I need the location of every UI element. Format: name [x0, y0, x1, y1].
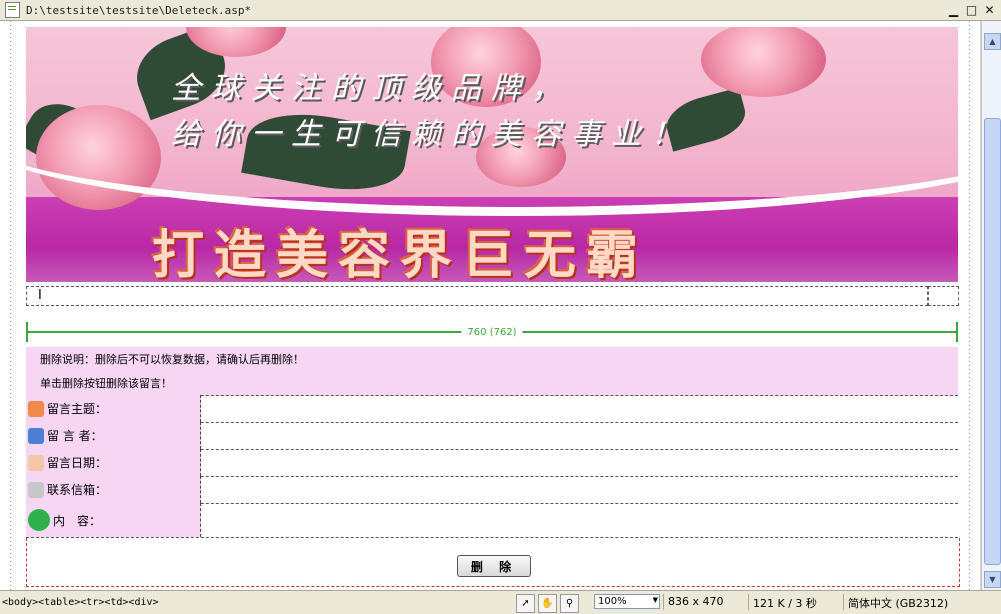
window-size[interactable]: 836 x 470 [668, 595, 724, 608]
delete-button[interactable]: 删 除 [457, 555, 531, 577]
author-icon [28, 427, 44, 444]
table-width-label: 760 (762) [461, 327, 523, 338]
zoom-tool-icon[interactable]: ⚲ [560, 594, 579, 613]
content-icon [28, 509, 50, 531]
guide-dots-right [969, 21, 970, 590]
field-label: 留 言 者： [47, 429, 103, 443]
delete-button-row: 删 除 [26, 538, 960, 587]
field-label-cell: 内 容： [26, 503, 201, 537]
table-row[interactable]: 联系信箱： [26, 476, 958, 504]
text-cursor: I [38, 288, 42, 303]
field-label-cell: 留言日期： [26, 449, 201, 476]
table-row[interactable]: 留 言 者： [26, 422, 958, 450]
delete-hint-text: 单击删除按钮删除该留言！ [40, 377, 172, 390]
table-width-indicator: 760 (762) [26, 318, 958, 348]
field-label: 联系信箱： [47, 483, 108, 497]
view-tools: ➚ ✋ ⚲ [516, 594, 579, 613]
scrollbar-thumb[interactable] [984, 118, 1001, 565]
window-titlebar: D:\testsite\testsite\Deleteck.asp* ▁ □ ✕ [0, 0, 1001, 21]
file-size-download-time: 121 K / 3 秒 [753, 597, 817, 610]
delete-hint-row[interactable]: 单击删除按钮删除该留言！ [26, 371, 958, 396]
banner-title: 打造美容界巨无霸 [152, 225, 649, 282]
message-detail-table: 留言主题： 留 言 者： 留言日期： 联系信箱： 内 容： [26, 395, 958, 538]
divider [843, 594, 844, 610]
field-label-cell: 联系信箱： [26, 476, 201, 503]
tag-selector[interactable]: <body><table><tr><td><div> [2, 597, 159, 608]
scroll-down-arrow-icon[interactable]: ▼ [984, 571, 1001, 588]
status-bar: <body><table><tr><td><div> ➚ ✋ ⚲ 100% ▼ … [0, 590, 1001, 614]
banner-image: 全球关注的顶级品牌， 给你一生可信赖的美容事业！ 打造美容界巨无霸 [26, 27, 958, 282]
field-label: 留言日期： [47, 456, 108, 470]
select-tool-icon[interactable]: ➚ [516, 594, 535, 613]
divider [748, 594, 749, 610]
document-icon [5, 2, 20, 18]
date-icon [28, 454, 44, 471]
window-controls: ▁ □ ✕ [946, 2, 997, 17]
close-button[interactable]: ✕ [982, 2, 997, 17]
zoom-value: 100% [598, 596, 627, 607]
table-row[interactable]: 留言主题： [26, 395, 958, 423]
divider [663, 594, 664, 610]
mail-icon [28, 481, 44, 498]
table-row[interactable]: 留言日期： [26, 449, 958, 477]
hand-tool-icon[interactable]: ✋ [538, 594, 557, 613]
field-label-cell: 留言主题： [26, 395, 201, 422]
scroll-up-arrow-icon[interactable]: ▲ [984, 33, 1001, 50]
delete-note-text: 删除说明：删除后不可以恢复数据，请确认后再删除！ [40, 353, 304, 366]
chevron-down-icon: ▼ [652, 596, 658, 604]
banner-slogan-line1: 全球关注的顶级品牌， [171, 71, 571, 106]
field-label: 留言主题： [47, 402, 108, 416]
empty-table-cell[interactable]: I [26, 286, 928, 306]
zoom-select[interactable]: 100% ▼ [594, 594, 660, 609]
maximize-button[interactable]: □ [964, 2, 979, 17]
field-label-cell: 留 言 者： [26, 422, 201, 449]
design-view[interactable]: 全球关注的顶级品牌， 给你一生可信赖的美容事业！ 打造美容界巨无霸 I 760 … [0, 21, 980, 590]
empty-table-cell[interactable] [928, 286, 959, 306]
guide-dots-left [10, 21, 11, 590]
width-tick-right [956, 322, 958, 342]
minimize-button[interactable]: ▁ [946, 2, 961, 17]
table-row[interactable]: 内 容： [26, 503, 958, 538]
width-tick-left [26, 322, 28, 342]
banner-slogan-line2: 给你一生可信赖的美容事业！ [171, 117, 691, 152]
vertical-scrollbar[interactable]: ▲ ▼ [981, 21, 1001, 590]
document-path: D:\testsite\testsite\Deleteck.asp* [26, 3, 252, 17]
message-theme-icon [28, 400, 44, 417]
delete-note-row[interactable]: 删除说明：删除后不可以恢复数据，请确认后再删除！ [26, 347, 958, 372]
field-label: 内 容： [53, 513, 102, 528]
encoding: 简体中文 (GB2312) [848, 597, 949, 610]
